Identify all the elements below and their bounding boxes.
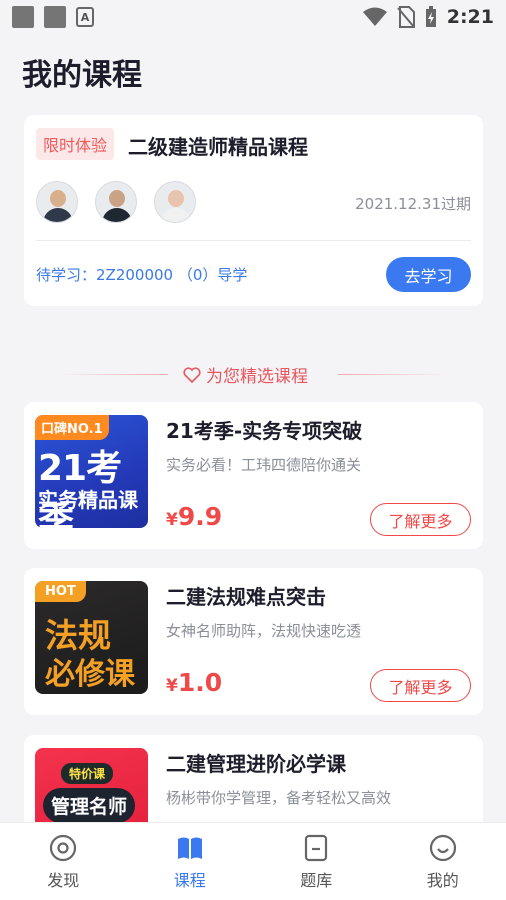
my-course-card[interactable]: 限时体验 二级建造师精品课程 2021.12.31过期 待学习：2Z200000… <box>24 115 483 306</box>
wifi-icon <box>362 7 387 26</box>
status-time: 2:21 <box>446 6 494 28</box>
thumb-tag: 口碑NO.1 <box>35 415 109 440</box>
profile-icon <box>429 834 456 861</box>
thumb-tag: HOT <box>35 581 86 602</box>
page-title: 我的课程 <box>22 58 142 93</box>
course-card[interactable]: HOT 法规 必修课 二建法规难点突击 女神名师助阵，法规快速吃透 ¥1.0 了… <box>24 568 483 715</box>
teacher-avatar <box>154 181 196 223</box>
app-notification-icon: A <box>76 7 94 27</box>
course-title[interactable]: 二级建造师精品课程 <box>128 131 308 160</box>
thumb-tag: 特价课 <box>61 763 114 784</box>
compass-icon <box>50 834 77 861</box>
course-thumbnail[interactable]: HOT 法规 必修课 <box>35 581 148 694</box>
notification-icon <box>12 6 34 28</box>
tab-question-bank[interactable]: 题库 <box>253 823 380 900</box>
notification-icon <box>44 6 66 28</box>
tab-discover[interactable]: 发现 <box>0 823 127 900</box>
go-study-button[interactable]: 去学习 <box>386 257 471 292</box>
section-heading: 为您精选课程 <box>0 362 506 387</box>
heart-icon <box>183 366 201 383</box>
tab-courses[interactable]: 课程 <box>127 823 254 900</box>
course-price: ¥9.9 <box>166 502 223 531</box>
thumb-subtitle: 必修课 <box>45 657 135 692</box>
bottom-tab-bar: 发现 课程 题库 我的 <box>0 822 506 900</box>
course-title[interactable]: 21考季-实务专项突破 <box>166 415 362 444</box>
course-thumbnail[interactable]: 口碑NO.1 21考季 实务精品课 <box>35 415 148 528</box>
tab-profile[interactable]: 我的 <box>380 823 506 900</box>
course-subtitle: 女神名师助阵，法规快速吃透 <box>166 622 362 640</box>
course-title[interactable]: 二建管理进阶必学课 <box>166 748 346 777</box>
tab-label: 课程 <box>173 870 206 890</box>
course-price: ¥1.0 <box>166 668 223 697</box>
course-subtitle: 杨彬带你学管理，备考轻松又高效 <box>166 789 392 807</box>
thumb-subtitle: 实务精品课 <box>38 488 138 512</box>
teacher-avatar <box>36 181 78 223</box>
battery-icon <box>425 6 436 27</box>
expire-date: 2021.12.31过期 <box>355 195 471 213</box>
learn-more-button[interactable]: 了解更多 <box>370 503 471 536</box>
learn-more-button[interactable]: 了解更多 <box>370 669 471 702</box>
divider <box>36 240 471 241</box>
section-title: 为您精选课程 <box>206 367 308 387</box>
status-bar: A 2:21 <box>0 0 506 34</box>
course-card[interactable]: 口碑NO.1 21考季 实务精品课 21考季-实务专项突破 实务必看！工玮四德陪… <box>24 402 483 549</box>
course-subtitle: 实务必看！工玮四德陪你通关 <box>166 456 362 474</box>
tab-label: 我的 <box>426 870 459 890</box>
tab-label: 发现 <box>47 870 80 890</box>
trial-badge: 限时体验 <box>36 128 115 160</box>
tab-label: 题库 <box>300 870 333 890</box>
thumb-title: 管理名师 <box>43 788 136 823</box>
no-sim-icon <box>396 6 415 28</box>
pending-lesson[interactable]: 待学习：2Z200000 （0）导学 <box>36 264 247 285</box>
course-title[interactable]: 二建法规难点突击 <box>166 581 326 610</box>
book-icon <box>177 837 202 859</box>
teacher-avatar <box>95 181 137 223</box>
question-bank-icon <box>305 834 328 861</box>
